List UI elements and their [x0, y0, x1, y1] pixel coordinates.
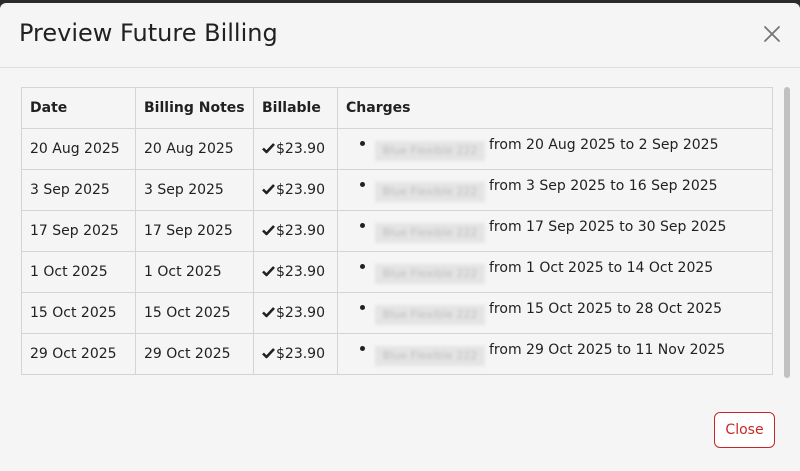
checkmark-icon: [262, 142, 275, 154]
table-row: 1 Oct 2025 1 Oct 2025 $23.90 Blue Flexible …: [21, 251, 773, 293]
cell-date: 3 Sep 2025: [21, 169, 136, 211]
billable-amount: $23.90: [276, 264, 325, 280]
cell-date: 29 Oct 2025: [21, 333, 136, 375]
cell-charges: Blue Flexible 222 from 20 Aug 2025 to 2 S…: [337, 128, 773, 170]
cell-charges: Blue Flexible 222 from 29 Oct 2025 to 11 …: [337, 333, 773, 375]
cell-billable: $23.90: [253, 210, 338, 252]
charge-period: from 29 Oct 2025 to 11 Nov 2025: [489, 342, 726, 358]
cell-billing-notes: 15 Oct 2025: [135, 292, 254, 334]
table-row: 20 Aug 2025 20 Aug 2025 $23.90 Blue Flexibl…: [21, 128, 773, 170]
cell-billable: $23.90: [253, 333, 338, 375]
cell-date: 15 Oct 2025: [21, 292, 136, 334]
header-date: Date: [21, 87, 136, 129]
table-row: 29 Oct 2025 29 Oct 2025 $23.90 Blue Flexibl…: [21, 333, 773, 375]
close-button[interactable]: Close: [714, 412, 775, 448]
dialog-footer: [0, 380, 800, 468]
cell-billing-notes: 20 Aug 2025: [135, 128, 254, 170]
bullet-icon: [360, 182, 365, 187]
cell-charges: Blue Flexible 222 from 17 Sep 2025 to 30 …: [337, 210, 773, 252]
cell-billing-notes: 1 Oct 2025: [135, 251, 254, 293]
redacted-charge-item: Blue Flexible 222: [375, 346, 485, 366]
cell-billable: $23.90: [253, 169, 338, 211]
billing-table: Date Billing Notes Billable Charges 20 A…: [21, 87, 773, 375]
scrollbar-thumb[interactable]: [784, 87, 790, 378]
charge-period: from 3 Sep 2025 to 16 Sep 2025: [489, 178, 718, 194]
checkmark-icon: [262, 306, 275, 318]
charge-period: from 20 Aug 2025 to 2 Sep 2025: [489, 137, 719, 153]
charge-period: from 1 Oct 2025 to 14 Oct 2025: [489, 260, 714, 276]
cell-billable: $23.90: [253, 292, 338, 334]
cell-date: 17 Sep 2025: [21, 210, 136, 252]
billable-amount: $23.90: [276, 346, 325, 362]
bullet-icon: [360, 264, 365, 269]
billing-rows: 20 Aug 2025 20 Aug 2025 $23.90 Blue Flexibl…: [21, 128, 773, 375]
cell-billing-notes: 3 Sep 2025: [135, 169, 254, 211]
redacted-charge-item: Blue Flexible 222: [375, 182, 485, 202]
billable-amount: $23.90: [276, 141, 325, 157]
cell-charges: Blue Flexible 222 from 1 Oct 2025 to 14 O…: [337, 251, 773, 293]
bullet-icon: [360, 346, 365, 351]
cell-billable: $23.90: [253, 128, 338, 170]
charge-period: from 15 Oct 2025 to 28 Oct 2025: [489, 301, 723, 317]
header-billing-notes: Billing Notes: [135, 87, 254, 129]
checkmark-icon: [262, 347, 275, 359]
cell-date: 20 Aug 2025: [21, 128, 136, 170]
bullet-icon: [360, 223, 365, 228]
close-icon[interactable]: [760, 22, 784, 46]
header-charges: Charges: [337, 87, 773, 129]
cell-charges: Blue Flexible 222 from 15 Oct 2025 to 28 …: [337, 292, 773, 334]
billable-amount: $23.90: [276, 305, 325, 321]
redacted-charge-item: Blue Flexible 222: [375, 223, 485, 243]
cell-date: 1 Oct 2025: [21, 251, 136, 293]
checkmark-icon: [262, 265, 275, 277]
dialog-title: Preview Future Billing: [19, 19, 278, 47]
checkmark-icon: [262, 183, 275, 195]
redacted-charge-item: Blue Flexible 222: [375, 305, 485, 325]
cell-charges: Blue Flexible 222 from 3 Sep 2025 to 16 S…: [337, 169, 773, 211]
table-row: 15 Oct 2025 15 Oct 2025 $23.90 Blue Flexibl…: [21, 292, 773, 334]
cell-billing-notes: 17 Sep 2025: [135, 210, 254, 252]
redacted-charge-item: Blue Flexible 222: [375, 264, 485, 284]
cell-billable: $23.90: [253, 251, 338, 293]
bullet-icon: [360, 141, 365, 146]
header-billable: Billable: [253, 87, 338, 129]
charge-period: from 17 Sep 2025 to 30 Sep 2025: [489, 219, 727, 235]
billable-amount: $23.90: [276, 182, 325, 198]
redacted-charge-item: Blue Flexible 222: [375, 141, 485, 161]
cell-billing-notes: 29 Oct 2025: [135, 333, 254, 375]
checkmark-icon: [262, 224, 275, 236]
table-row: 17 Sep 2025 17 Sep 2025 $23.90 Blue Flexibl…: [21, 210, 773, 252]
bullet-icon: [360, 305, 365, 310]
billable-amount: $23.90: [276, 223, 325, 239]
table-header-row: Date Billing Notes Billable Charges: [21, 87, 773, 129]
table-row: 3 Sep 2025 3 Sep 2025 $23.90 Blue Flexible …: [21, 169, 773, 211]
